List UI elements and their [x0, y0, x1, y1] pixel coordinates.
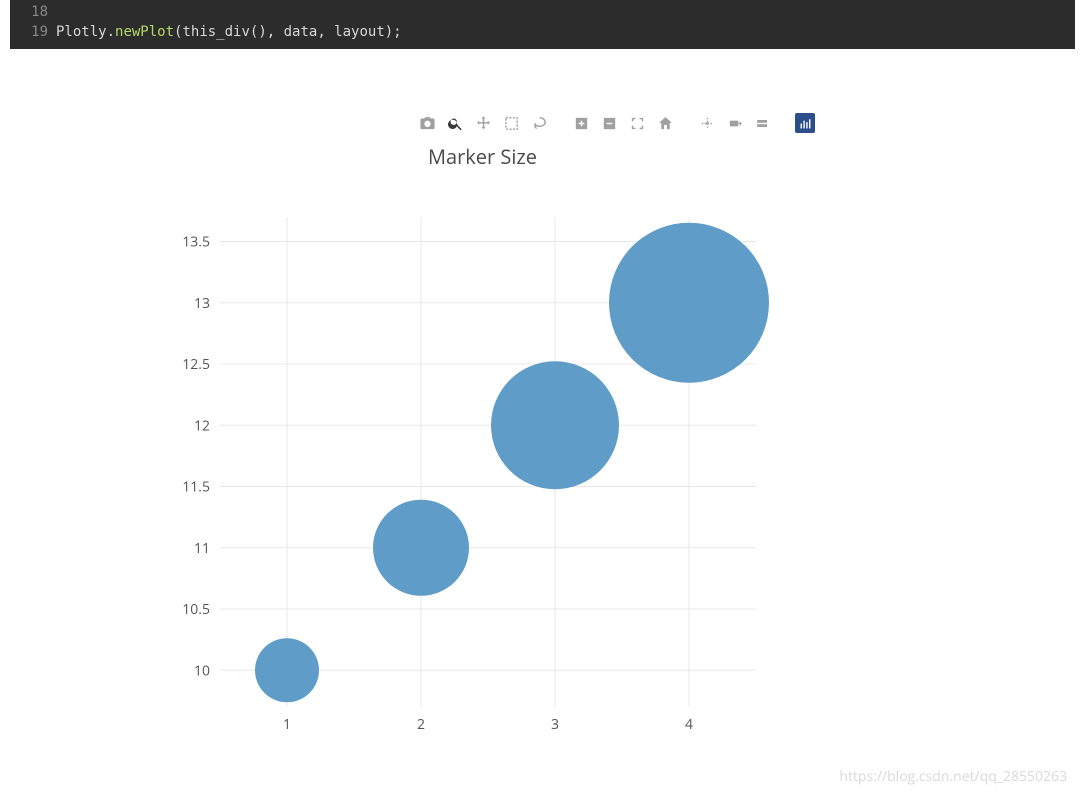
pan-icon[interactable] — [473, 113, 493, 133]
hover-compare-icon[interactable] — [753, 113, 773, 133]
code-block: 18 19 Plotly.newPlot(this_div(), data, la… — [10, 0, 1075, 49]
y-axis-ticks: 10 10.5 11 11.5 12 12.5 13 13.5 — [182, 233, 210, 681]
lasso-icon[interactable] — [529, 113, 549, 133]
svg-text:11.5: 11.5 — [182, 478, 210, 497]
plotly-logo-icon[interactable] — [795, 113, 815, 133]
chart-title: Marker Size — [428, 143, 537, 170]
data-point[interactable] — [255, 638, 319, 702]
svg-text:11: 11 — [194, 539, 210, 558]
code-prefix: Plotly. — [56, 24, 115, 40]
plot-area[interactable]: 1010.51111.51212.51313.5 1234 — [208, 207, 768, 737]
line-number: 18 — [10, 2, 48, 22]
reset-axes-icon[interactable] — [655, 113, 675, 133]
bubbles — [255, 223, 769, 703]
code-line-19: 19 Plotly.newPlot(this_div(), data, layou… — [10, 22, 1075, 42]
zoom-in-icon[interactable] — [571, 113, 591, 133]
svg-text:1: 1 — [283, 715, 291, 734]
svg-text:12: 12 — [194, 416, 210, 435]
hover-closest-icon[interactable] — [725, 113, 745, 133]
svg-text:13: 13 — [194, 294, 210, 313]
svg-text:13.5: 13.5 — [182, 233, 210, 252]
zoom-icon[interactable] — [445, 113, 465, 133]
chart-container: Marker Size 1010.51111.51212.51313.5 123… — [150, 95, 815, 775]
data-point[interactable] — [609, 223, 769, 383]
svg-text:10.5: 10.5 — [182, 600, 210, 619]
box-select-icon[interactable] — [501, 113, 521, 133]
svg-text:3: 3 — [551, 715, 559, 734]
chart-svg: 1010.51111.51212.51313.5 1234 — [208, 207, 768, 737]
svg-text:2: 2 — [417, 715, 425, 734]
code-fn: newPlot — [115, 24, 174, 40]
svg-text:4: 4 — [685, 715, 693, 734]
autoscale-icon[interactable] — [627, 113, 647, 133]
code-args: (this_div(), data, layout); — [174, 24, 402, 40]
data-point[interactable] — [373, 500, 469, 596]
x-axis-ticks: 1 2 3 4 — [283, 715, 693, 734]
line-number: 19 — [10, 22, 48, 42]
data-point[interactable] — [491, 361, 619, 489]
svg-text:12.5: 12.5 — [182, 355, 210, 374]
modebar — [417, 113, 815, 133]
code-line-18: 18 — [10, 2, 1075, 22]
svg-text:10: 10 — [194, 661, 210, 680]
spike-icon[interactable] — [697, 113, 717, 133]
zoom-out-icon[interactable] — [599, 113, 619, 133]
watermark: https://blog.csdn.net/qq_28550263 — [839, 767, 1067, 786]
camera-icon[interactable] — [417, 113, 437, 133]
